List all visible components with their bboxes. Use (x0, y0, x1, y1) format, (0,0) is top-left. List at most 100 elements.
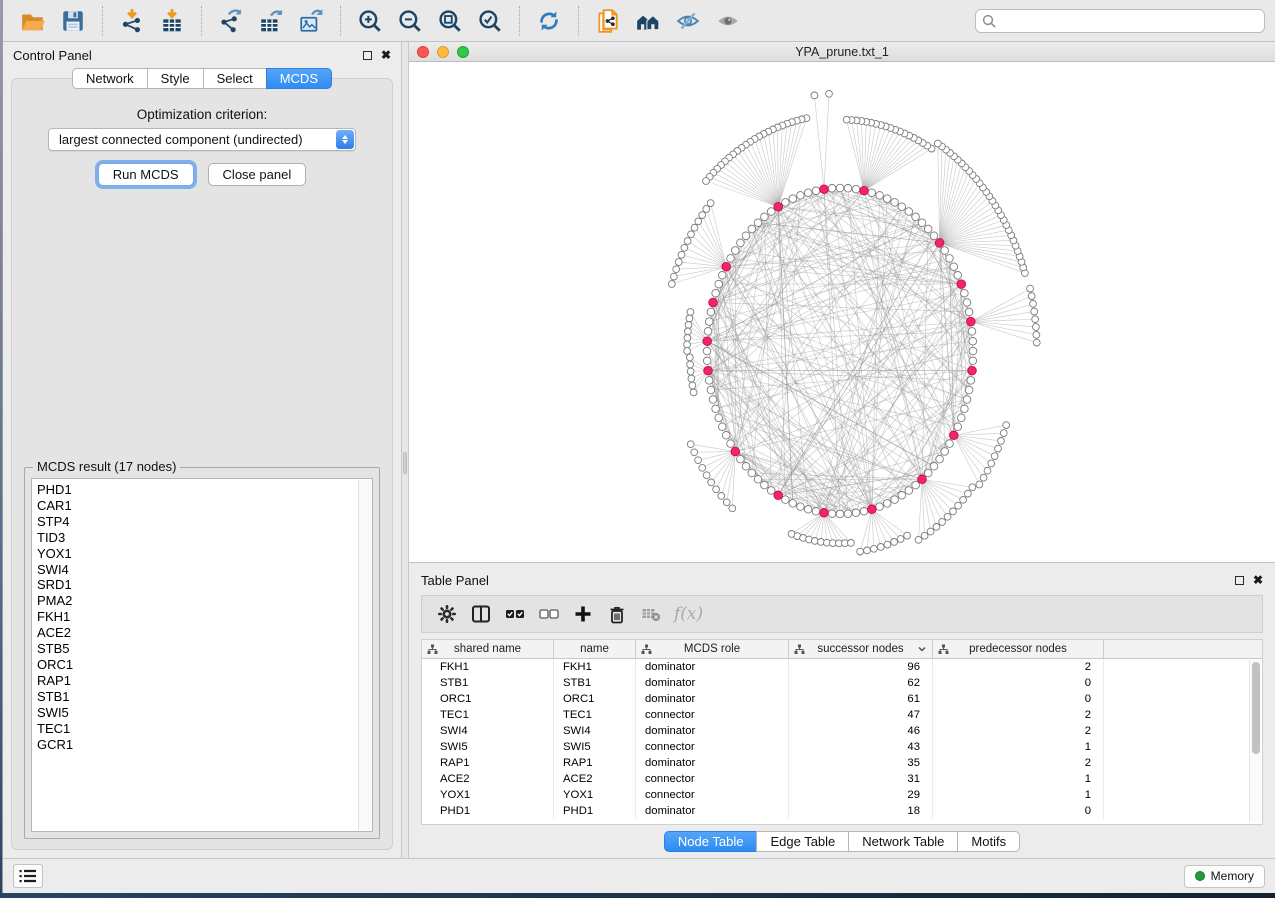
column-header-MCDS-role[interactable]: MCDS role (636, 640, 789, 658)
mcds-dominator-node[interactable] (709, 298, 718, 307)
table-row[interactable]: ORC1ORC1dominator610 (422, 691, 1262, 707)
network-node[interactable] (703, 347, 711, 355)
network-node[interactable] (699, 212, 706, 219)
mcds-dominator-node[interactable] (957, 280, 966, 289)
network-node[interactable] (707, 386, 715, 394)
network-node[interactable] (828, 510, 836, 518)
network-node[interactable] (804, 189, 812, 197)
splitter-handle-icon[interactable] (403, 452, 407, 474)
cell-name[interactable]: STB1 (554, 675, 636, 691)
cell-predecessor-nodes[interactable]: 0 (933, 691, 1104, 707)
network-node[interactable] (939, 519, 946, 526)
network-node[interactable] (754, 476, 762, 484)
mcds-dominator-node[interactable] (950, 431, 959, 440)
cell-shared-name[interactable]: SWI4 (422, 723, 554, 739)
network-node[interactable] (836, 510, 844, 518)
save-session-button[interactable] (55, 4, 91, 38)
network-node[interactable] (991, 453, 998, 460)
network-node[interactable] (695, 218, 702, 225)
cell-shared-name[interactable]: RAP1 (422, 755, 554, 771)
mcds-result-item[interactable]: PHD1 (37, 482, 356, 498)
network-node[interactable] (969, 337, 977, 345)
network-node[interactable] (686, 354, 693, 361)
float-panel-icon[interactable] (363, 51, 372, 60)
network-node[interactable] (812, 508, 820, 516)
mcds-dominator-node[interactable] (967, 317, 976, 326)
cell-shared-name[interactable]: PHD1 (422, 803, 554, 819)
network-node[interactable] (905, 487, 913, 495)
zoom-out-button[interactable] (392, 4, 428, 38)
network-node[interactable] (1030, 300, 1037, 307)
network-node[interactable] (844, 510, 852, 518)
network-node[interactable] (685, 328, 692, 335)
network-node[interactable] (984, 467, 991, 474)
export-network-button[interactable] (213, 4, 249, 38)
mcds-dominator-node[interactable] (868, 505, 877, 514)
mcds-result-item[interactable]: SWI4 (37, 562, 356, 578)
network-node[interactable] (961, 289, 969, 297)
mcds-result-item[interactable]: RAP1 (37, 673, 356, 689)
function-builder-button[interactable]: f(x) (674, 604, 703, 624)
cell-successor-nodes[interactable]: 47 (789, 707, 933, 723)
network-node[interactable] (703, 357, 711, 365)
network-node[interactable] (684, 348, 691, 355)
network-node[interactable] (828, 185, 836, 193)
network-node[interactable] (707, 200, 714, 207)
network-node[interactable] (950, 263, 958, 271)
mcds-dominator-node[interactable] (860, 186, 869, 195)
network-node[interactable] (699, 464, 706, 471)
network-node[interactable] (732, 247, 740, 255)
cell-MCDS-role[interactable]: dominator (636, 723, 789, 739)
network-node[interactable] (748, 225, 756, 233)
export-table-button[interactable] (253, 4, 289, 38)
cell-predecessor-nodes[interactable]: 2 (933, 707, 1104, 723)
column-header-shared-name[interactable]: shared name (422, 640, 554, 658)
table-row[interactable]: SWI4SWI4dominator462 (422, 723, 1262, 739)
network-canvas[interactable] (409, 62, 1275, 562)
show-annotations-button[interactable] (710, 4, 746, 38)
home-button[interactable] (630, 4, 666, 38)
import-table-button[interactable] (154, 4, 190, 38)
network-node[interactable] (691, 449, 698, 456)
cell-successor-nodes[interactable]: 35 (789, 755, 933, 771)
network-node[interactable] (685, 322, 692, 329)
network-node[interactable] (684, 238, 691, 245)
network-node[interactable] (904, 532, 911, 539)
tab-edge-table[interactable]: Edge Table (756, 831, 849, 852)
network-node[interactable] (883, 195, 891, 203)
cell-predecessor-nodes[interactable]: 2 (933, 659, 1104, 675)
network-node[interactable] (691, 224, 698, 231)
network-node[interactable] (754, 219, 762, 227)
network-node[interactable] (804, 506, 812, 514)
table-settings-button[interactable] (432, 599, 462, 629)
network-node[interactable] (718, 493, 725, 500)
network-node[interactable] (876, 503, 884, 511)
cell-MCDS-role[interactable]: dominator (636, 803, 789, 819)
mcds-result-item[interactable]: CAR1 (37, 498, 356, 514)
table-row[interactable]: YOX1YOX1connector291 (422, 787, 1262, 803)
network-node[interactable] (884, 541, 891, 548)
network-node[interactable] (689, 382, 696, 389)
network-node[interactable] (969, 484, 976, 491)
network-node[interactable] (933, 524, 940, 531)
cell-successor-nodes[interactable]: 96 (789, 659, 933, 675)
network-node[interactable] (1000, 430, 1007, 437)
network-node[interactable] (965, 490, 972, 497)
network-node[interactable] (789, 195, 797, 203)
close-panel-icon[interactable]: ✖ (1253, 574, 1263, 586)
network-node[interactable] (963, 299, 971, 307)
zoom-selected-button[interactable] (472, 4, 508, 38)
network-node[interactable] (705, 377, 713, 385)
mcds-result-item[interactable]: YOX1 (37, 546, 356, 562)
delete-table-button[interactable] (636, 599, 666, 629)
network-node[interactable] (715, 414, 723, 422)
tab-node-table[interactable]: Node Table (664, 831, 758, 852)
cell-predecessor-nodes[interactable]: 1 (933, 739, 1104, 755)
network-node[interactable] (868, 189, 876, 197)
network-node[interactable] (941, 247, 949, 255)
network-node[interactable] (707, 308, 715, 316)
network-node[interactable] (934, 140, 941, 147)
cell-shared-name[interactable]: STB1 (422, 675, 554, 691)
cell-predecessor-nodes[interactable]: 0 (933, 675, 1104, 691)
network-node[interactable] (860, 508, 868, 516)
